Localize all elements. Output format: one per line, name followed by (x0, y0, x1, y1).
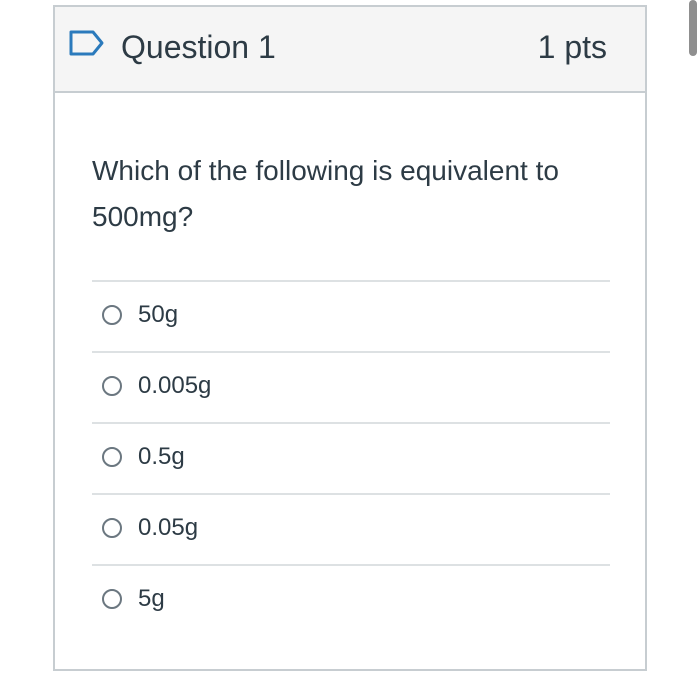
answer-option[interactable]: 5g (92, 564, 610, 635)
answer-label: 5g (138, 585, 165, 612)
radio-button[interactable] (102, 518, 122, 538)
radio-button[interactable] (102, 376, 122, 396)
answer-label: 0.5g (138, 443, 185, 470)
question-header: Question 1 1 pts (55, 7, 645, 93)
radio-button[interactable] (102, 447, 122, 467)
answer-option[interactable]: 0.5g (92, 422, 610, 493)
answer-label: 0.05g (138, 514, 199, 541)
question-text: Which of the following is equivalent to … (92, 155, 559, 232)
answer-option[interactable]: 0.05g (92, 493, 610, 564)
answer-list: 50g 0.005g 0.5g 0.05g 5g (92, 280, 610, 635)
question-card: Question 1 1 pts Which of the following … (53, 5, 647, 671)
answer-option[interactable]: 50g (92, 280, 610, 351)
question-title: Question 1 (121, 29, 276, 65)
scrollbar[interactable] (689, 0, 697, 56)
question-points: 1 pts (537, 29, 607, 65)
answer-label: 50g (138, 301, 179, 328)
radio-button[interactable] (102, 589, 122, 609)
answer-option[interactable]: 0.005g (92, 351, 610, 422)
answer-label: 0.005g (138, 372, 212, 399)
radio-button[interactable] (102, 305, 122, 325)
flag-question-icon[interactable] (69, 29, 105, 57)
